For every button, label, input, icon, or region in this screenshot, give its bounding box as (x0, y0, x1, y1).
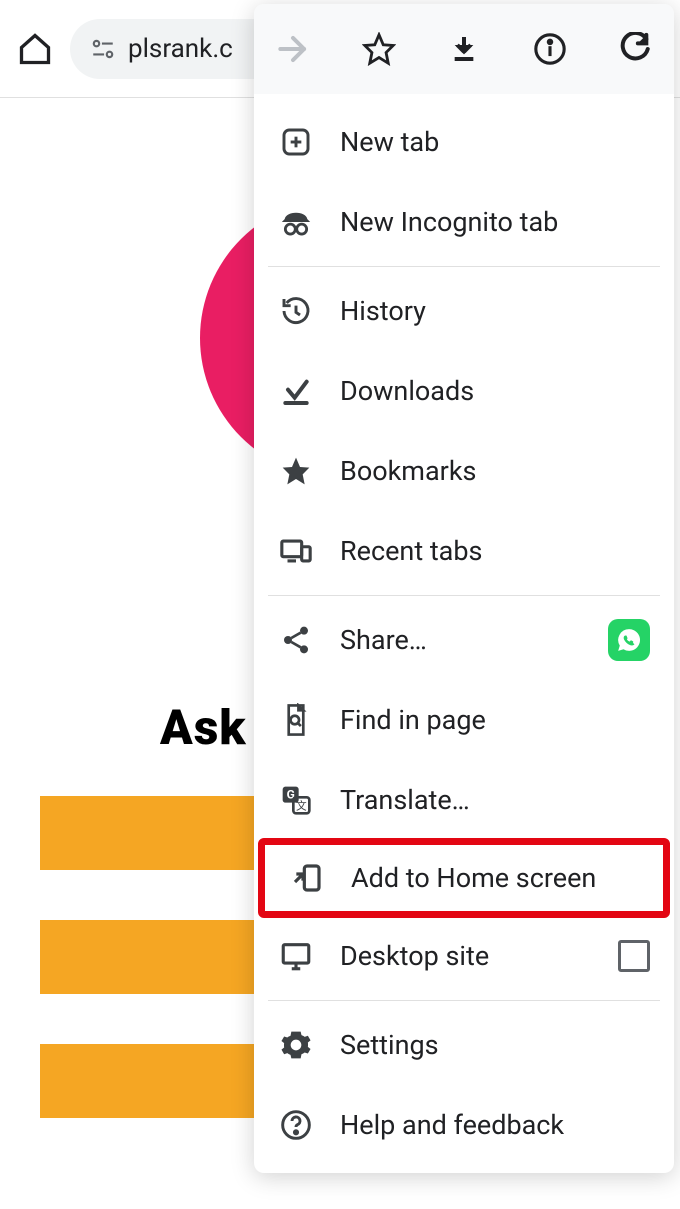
url-text: plsrank.c (128, 34, 233, 64)
star-filled-icon (278, 453, 314, 489)
menu-item-label: Settings (340, 1029, 650, 1061)
forward-icon (274, 30, 312, 68)
menu-downloads[interactable]: Downloads (254, 351, 674, 431)
menu-recent-tabs[interactable]: Recent tabs (254, 511, 674, 591)
menu-list: New tab New Incognito tab History Downlo… (254, 94, 674, 1173)
menu-translate[interactable]: G文 Translate… (254, 760, 674, 840)
menu-item-label: Recent tabs (340, 535, 650, 567)
find-icon (278, 702, 314, 738)
menu-item-label: Add to Home screen (351, 862, 639, 894)
menu-help[interactable]: Help and feedback (254, 1085, 674, 1165)
menu-add-home[interactable]: Add to Home screen (258, 838, 670, 918)
menu-item-label: Downloads (340, 375, 650, 407)
forward-button[interactable] (272, 28, 314, 70)
devices-icon (278, 533, 314, 569)
gear-icon (278, 1027, 314, 1063)
menu-item-label: Share… (340, 624, 608, 656)
menu-divider (268, 1000, 660, 1001)
whatsapp-icon (608, 619, 650, 661)
menu-share[interactable]: Share… (254, 600, 674, 680)
menu-item-label: Find in page (340, 704, 650, 736)
add-home-icon (289, 860, 325, 896)
desktop-icon (278, 938, 314, 974)
site-settings-icon (90, 36, 116, 62)
download-button[interactable] (443, 28, 485, 70)
menu-item-label: Translate… (340, 784, 650, 816)
home-icon (17, 31, 53, 67)
reload-icon (618, 32, 652, 66)
bookmark-button[interactable] (358, 28, 400, 70)
menu-divider (268, 266, 660, 267)
info-icon (533, 32, 567, 66)
menu-new-tab[interactable]: New tab (254, 102, 674, 182)
home-button[interactable] (15, 29, 55, 69)
menu-item-label: New tab (340, 126, 650, 158)
translate-icon: G文 (278, 782, 314, 818)
help-icon (278, 1107, 314, 1143)
menu-desktop[interactable]: Desktop site (254, 916, 674, 996)
menu-item-label: Desktop site (340, 940, 618, 972)
menu-item-label: New Incognito tab (340, 206, 650, 238)
incognito-icon (278, 204, 314, 240)
menu-item-label: Bookmarks (340, 455, 650, 487)
browser-menu: New tab New Incognito tab History Downlo… (254, 4, 674, 1173)
plus-square-icon (278, 124, 314, 160)
menu-settings[interactable]: Settings (254, 1005, 674, 1085)
menu-item-label: Help and feedback (340, 1109, 650, 1141)
reload-button[interactable] (614, 28, 656, 70)
info-button[interactable] (529, 28, 571, 70)
history-icon (278, 293, 314, 329)
menu-toolbar (254, 4, 674, 94)
share-icon (278, 622, 314, 658)
star-icon (362, 32, 396, 66)
menu-find[interactable]: Find in page (254, 680, 674, 760)
menu-divider (268, 595, 660, 596)
menu-item-label: History (340, 295, 650, 327)
menu-history[interactable]: History (254, 271, 674, 351)
svg-text:文: 文 (296, 799, 307, 812)
menu-bookmarks[interactable]: Bookmarks (254, 431, 674, 511)
download-icon (448, 33, 480, 65)
downloads-icon (278, 373, 314, 409)
menu-incognito[interactable]: New Incognito tab (254, 182, 674, 262)
desktop-checkbox[interactable] (618, 940, 650, 972)
